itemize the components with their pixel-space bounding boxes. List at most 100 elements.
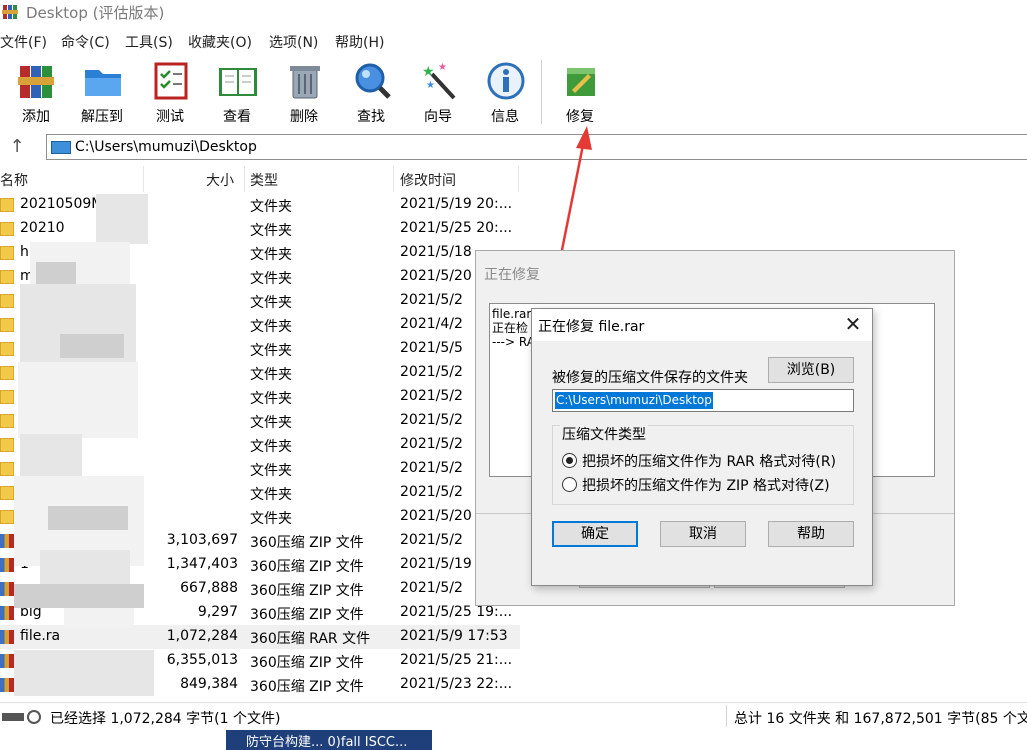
file-row[interactable]: 20210509M 文件夹 2021/5/19 20:... (0, 193, 520, 217)
privacy-mosaic (14, 584, 144, 608)
file-modified: 2021/5/2 (400, 460, 463, 476)
file-modified: 2021/5/2 (400, 412, 463, 428)
delete-button[interactable]: 删除 (272, 56, 336, 128)
file-size: 1,347,403 (166, 556, 238, 572)
taskbar-text: 防守台构建... 0)fall ISCC... (246, 735, 408, 750)
privacy-mosaic (64, 608, 134, 628)
archive-type-label: 压缩文件类型 (560, 424, 648, 444)
file-type: 文件夹 (250, 367, 292, 383)
file-size: 3,103,697 (166, 532, 238, 548)
add-button[interactable]: 添加 (4, 56, 68, 128)
taskbar: 防守台构建... 0)fall ISCC... (0, 730, 1027, 750)
radio-treat-as-zip[interactable]: 把损坏的压缩文件作为 ZIP 格式对待(Z) (562, 474, 852, 496)
folder-icon (0, 462, 14, 476)
find-button[interactable]: 查找 (339, 56, 403, 128)
status-total: 总计 16 文件夹 和 167,872,501 字节(85 个文 (734, 711, 1027, 727)
archive-file-icon (0, 630, 14, 644)
extract-to-label: 解压到 (81, 109, 123, 125)
drive-icon (2, 710, 41, 724)
folder-icon (0, 270, 14, 284)
column-divider[interactable] (393, 166, 394, 192)
file-modified: 2021/5/9 17:53 (400, 628, 508, 644)
folder-icon (0, 246, 14, 260)
file-size: 9,297 (197, 604, 238, 620)
extract-to-button[interactable]: 解压到 (70, 56, 134, 128)
menu-favorites[interactable]: 收藏夹(O) (188, 32, 252, 52)
archive-file-icon (0, 582, 14, 596)
file-modified: 2021/5/19 20:... (400, 196, 513, 212)
file-type: 文件夹 (250, 487, 292, 503)
file-type: 360压缩 ZIP 文件 (250, 679, 364, 695)
folder-icon (0, 510, 14, 524)
file-type: 文件夹 (250, 391, 292, 407)
column-divider[interactable] (244, 166, 245, 192)
delete-label: 删除 (290, 109, 318, 125)
column-header-type[interactable]: 类型 (250, 170, 278, 190)
taskbar-item[interactable]: 防守台构建... 0)fall ISCC... (226, 730, 432, 750)
status-bar: 已经选择 1,072,284 字节(1 个文件) 总计 16 文件夹 和 167… (0, 702, 1027, 730)
ok-button[interactable]: 确定 (552, 521, 638, 547)
menu-commands[interactable]: 命令(C) (61, 32, 110, 52)
radio-dot (562, 453, 577, 468)
file-row[interactable]: 20210 文件夹 2021/5/25 20:... (0, 217, 520, 241)
column-header-name[interactable]: 名称 (0, 170, 28, 190)
file-type: 文件夹 (250, 223, 292, 239)
menu-file[interactable]: 文件(F) (0, 32, 47, 52)
cancel-button[interactable]: 取消 (660, 521, 746, 547)
info-icon (487, 62, 525, 100)
address-bar: ↑ C:\Users\mumuzi\Desktop (0, 132, 1027, 164)
save-folder-value: C:\Users\mumuzi\Desktop (555, 392, 713, 409)
up-arrow-icon[interactable]: ↑ (6, 136, 28, 158)
folder-icon (0, 294, 14, 308)
status-selection: 已经选择 1,072,284 字节(1 个文件) (50, 711, 281, 727)
radio-label: 把损坏的压缩文件作为 ZIP 格式对待(Z) (582, 478, 830, 494)
wizard-wand-icon: ★ ★★ (422, 62, 456, 100)
help-button[interactable]: 帮助 (768, 521, 854, 547)
column-header-size[interactable]: 大小 (206, 170, 234, 190)
wizard-button[interactable]: ★ ★ ★ 向导 (406, 56, 470, 128)
menu-options[interactable]: 选项(N) (269, 32, 318, 52)
radio-treat-as-rar[interactable]: 把损坏的压缩文件作为 RAR 格式对待(R) (562, 450, 852, 472)
privacy-mosaic (18, 362, 138, 438)
view-button[interactable]: 查看 (205, 56, 269, 128)
archive-file-icon (0, 534, 14, 548)
info-button[interactable]: 信息 (473, 56, 537, 128)
column-divider[interactable] (518, 166, 519, 192)
column-header-modified[interactable]: 修改时间 (400, 170, 456, 190)
repair-button[interactable]: 修复 (548, 56, 612, 128)
close-icon[interactable]: ✕ (838, 313, 868, 337)
repair-dialog-titlebar: 正在修复 file.rar ✕ (532, 309, 872, 341)
file-type: 360压缩 RAR 文件 (250, 631, 371, 647)
file-name: file.ra (20, 628, 61, 644)
winrar-app-icon (2, 5, 18, 19)
archive-file-icon (0, 654, 14, 668)
file-type: 文件夹 (250, 271, 292, 287)
svg-text:★: ★ (438, 62, 447, 73)
file-size: 6,355,013 (166, 652, 238, 668)
folder-icon (0, 414, 14, 428)
test-checklist-icon (154, 62, 188, 100)
test-button[interactable]: 测试 (138, 56, 202, 128)
file-modified: 2021/5/2 (400, 292, 463, 308)
folder-icon (0, 198, 14, 212)
save-folder-input[interactable]: C:\Users\mumuzi\Desktop (552, 389, 854, 412)
menu-help[interactable]: 帮助(H) (335, 32, 384, 52)
file-modified: 2021/5/2 (400, 388, 463, 404)
privacy-mosaic (48, 506, 128, 530)
delete-trash-icon (290, 66, 320, 99)
radio-label: 把损坏的压缩文件作为 RAR 格式对待(R) (582, 454, 837, 470)
file-modified: 2021/5/2 (400, 436, 463, 452)
file-row[interactable]: file.ra 1,072,284 360压缩 RAR 文件 2021/5/9 17:… (0, 625, 520, 649)
title-bar: Desktop (评估版本) (0, 0, 1027, 26)
repair-dialog-title: 正在修复 file.rar (538, 319, 645, 335)
menu-tools[interactable]: 工具(S) (125, 32, 173, 52)
save-folder-label: 被修复的压缩文件保存的文件夹 (552, 370, 748, 386)
view-book-icon (219, 68, 257, 96)
address-field[interactable]: C:\Users\mumuzi\Desktop (46, 134, 1027, 160)
browse-button[interactable]: 浏览(B) (768, 357, 854, 383)
column-divider[interactable] (143, 166, 144, 192)
file-type: 文件夹 (250, 295, 292, 311)
folder-icon (0, 366, 14, 380)
file-size: 1,072,284 (166, 628, 238, 644)
file-type: 文件夹 (250, 511, 292, 527)
